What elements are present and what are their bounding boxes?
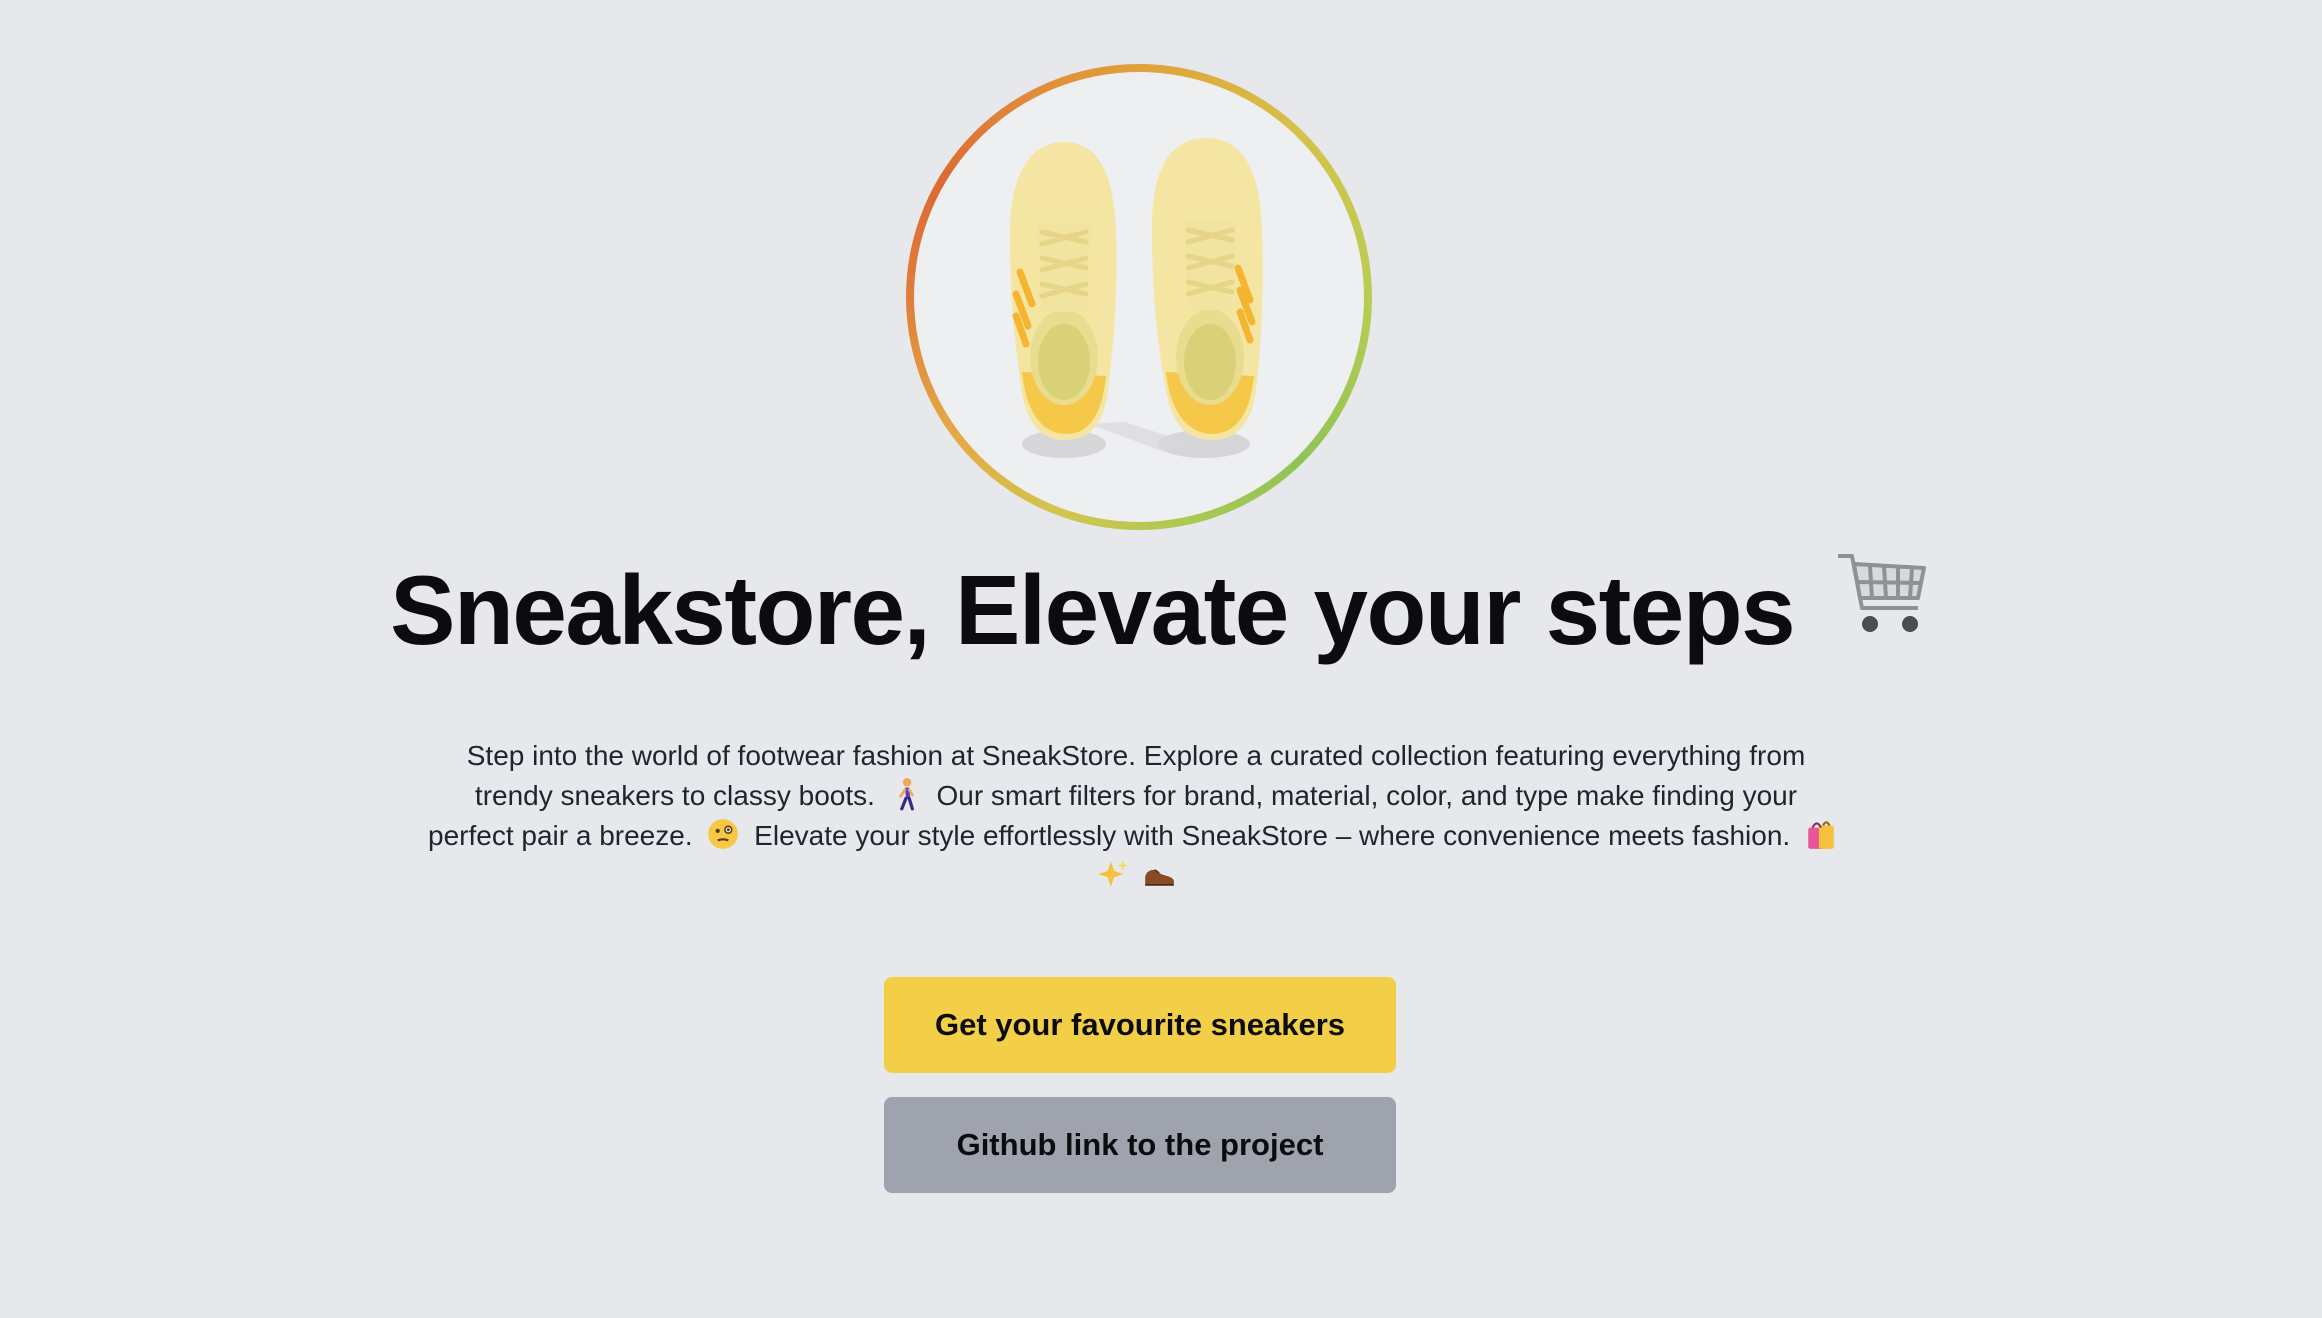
page-title: Sneakstore, Elevate your steps bbox=[0, 548, 2322, 680]
sneakers-image bbox=[914, 72, 1364, 522]
thinking-face-icon bbox=[706, 817, 740, 851]
shoe-icon bbox=[1142, 857, 1176, 891]
description-line-2a: trendy sneakers to classy boots. bbox=[474, 780, 875, 811]
sparkles-icon bbox=[1096, 857, 1130, 891]
shopping-cart-icon bbox=[1832, 546, 1932, 670]
shopping-bags-icon bbox=[1804, 817, 1838, 851]
description-line-1: Step into the world of footwear fashion … bbox=[466, 740, 1806, 771]
page-title-text: Sneakstore, Elevate your steps bbox=[390, 555, 1795, 665]
person-walking-icon bbox=[889, 777, 923, 811]
github-link-button[interactable]: Github link to the project bbox=[884, 1097, 1396, 1193]
hero-image-frame bbox=[906, 64, 1372, 530]
description-line-2b: Our smart filters for brand, material, c… bbox=[936, 780, 1798, 811]
hero-section: Sneakstore, Elevate your steps Step into… bbox=[0, 0, 2322, 1318]
description-line-3a: perfect pair a breeze. bbox=[428, 820, 693, 851]
get-sneakers-button[interactable]: Get your favourite sneakers bbox=[884, 977, 1396, 1073]
sneakers-illustration bbox=[1010, 138, 1263, 458]
description-line-3b: Elevate your style effortlessly with Sne… bbox=[754, 820, 1791, 851]
hero-description: Step into the world of footwear fashion … bbox=[404, 736, 1868, 896]
